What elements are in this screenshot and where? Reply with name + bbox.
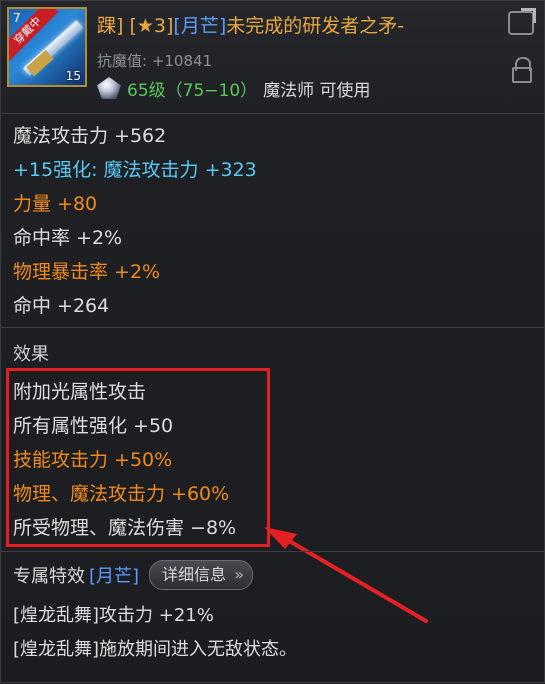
level-requirement: 65级（75−10）	[127, 80, 258, 101]
anti-magic-value: 抗魔值: +10841	[97, 52, 213, 70]
divider	[1, 327, 545, 328]
share-icon[interactable]	[508, 11, 534, 35]
stat-line: 魔法攻击力 +562	[13, 125, 167, 147]
icon-count: 15	[65, 69, 81, 83]
detail-info-button[interactable]: 详细信息 »	[149, 560, 254, 590]
exclusive-tag: [月芒]	[89, 566, 140, 587]
item-tooltip-panel: 穿戴中 7 15 踝] [★3][月芒]未完成的研发者之矛- 抗魔值: +108…	[0, 0, 545, 683]
stat-line: 物理暴击率 +2%	[13, 261, 161, 283]
title-star: [★3]	[129, 15, 174, 37]
stat-line: 命中 +264	[13, 295, 110, 317]
icon-rank: 7	[13, 11, 21, 25]
exclusive-effect-row: 专属特效 [月芒] 详细信息 »	[13, 560, 254, 590]
arrow-shaft	[277, 533, 428, 623]
detail-info-label: 详细信息	[162, 565, 227, 584]
stat-line: 力量 +80	[13, 193, 98, 215]
title-tag: [月芒]	[173, 15, 227, 37]
usable-class: 魔法师 可使用	[263, 80, 371, 101]
divider	[1, 551, 545, 552]
diamond-icon	[97, 77, 121, 99]
stat-line: +15强化: 魔法攻击力 +323	[13, 159, 257, 181]
title-prefix: 踝]	[97, 15, 130, 37]
weapon-icon[interactable]: 穿戴中 7 15	[7, 7, 87, 87]
divider	[1, 113, 545, 114]
level-row: 65级（75−10） 魔法师 可使用	[97, 75, 371, 101]
stat-line: 命中率 +2%	[13, 227, 123, 249]
exclusive-line: [煌龙乱舞]施放期间进入无敌状态。	[13, 639, 298, 660]
item-title: 踝] [★3][月芒]未完成的研发者之矛-	[97, 11, 497, 38]
exclusive-line: [煌龙乱舞]攻击力 +21%	[13, 605, 214, 626]
lock-icon[interactable]	[512, 57, 532, 83]
highlight-box	[6, 368, 270, 547]
double-chevron-icon: »	[234, 565, 245, 584]
spear-hilt	[26, 49, 54, 77]
effects-title: 效果	[13, 344, 49, 365]
title-name: 未完成的研发者之矛-	[226, 15, 405, 37]
exclusive-label: 专属特效	[13, 566, 85, 587]
